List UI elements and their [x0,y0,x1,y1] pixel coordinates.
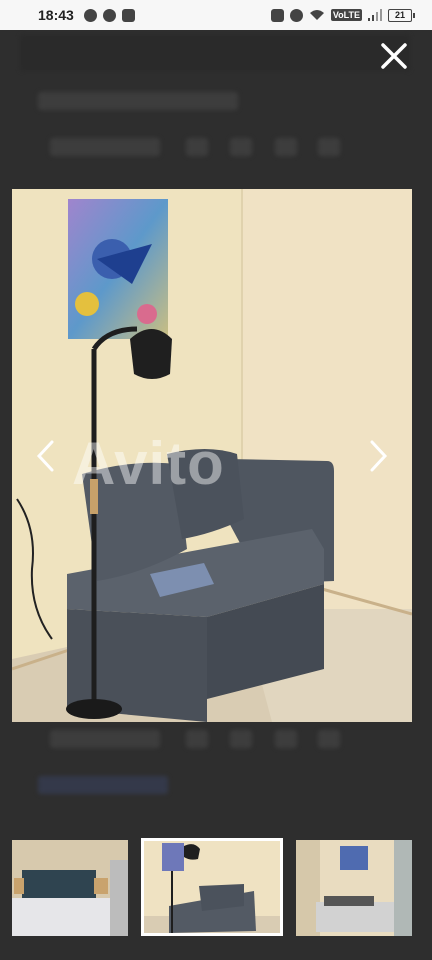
chevron-left-icon [36,440,54,472]
close-button[interactable] [378,40,410,72]
battery-indicator: 21 [388,8,415,22]
mute-icon [289,8,303,22]
nfc-icon [270,8,284,22]
thumbnail-bedroom[interactable] [12,840,128,936]
previous-photo-button[interactable] [32,438,62,474]
app-notification-icon [121,8,135,22]
volte-badge: VoLTE [330,9,362,21]
app-notification-icon [102,8,116,22]
app-notification-icon [83,8,97,22]
status-bar: 18:43 VoLTE 21 [0,0,432,30]
wifi-icon [309,10,324,20]
status-time: 18:43 [38,7,74,23]
chevron-right-icon [370,440,388,472]
avito-watermark: Avito [72,430,225,497]
thumbnail-strip [0,838,432,938]
main-photo[interactable]: Avito [12,189,412,722]
close-icon [381,43,407,69]
thumbnail-sofa-room[interactable] [141,838,283,936]
next-photo-button[interactable] [362,438,392,474]
thumbnail-room[interactable] [296,840,412,936]
signal-icon [368,9,382,21]
